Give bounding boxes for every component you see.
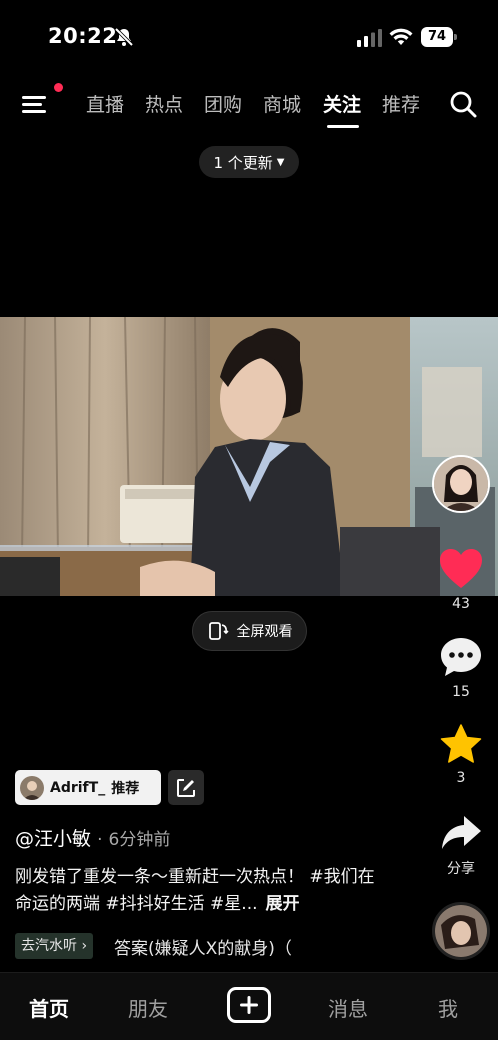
listen-in-qishui-button[interactable]: 去汽水听 › <box>15 933 94 959</box>
favorite-button[interactable]: 3 <box>432 724 490 786</box>
heart-icon <box>440 549 482 588</box>
tab-trending[interactable]: 热点 <box>145 90 183 117</box>
create-button[interactable] <box>227 987 271 1023</box>
star-icon <box>440 724 482 763</box>
author-avatar[interactable] <box>432 455 490 513</box>
recommend-label: 推荐 <box>111 780 140 797</box>
music-title[interactable]: 答案(嫌疑人X的献身)（ <box>114 934 314 959</box>
status-time: 20:22 <box>48 24 118 48</box>
top-nav: 直播 热点 团购 商城 关注 推荐 <box>0 82 498 132</box>
listen-label: 去汽水听 <box>21 938 77 954</box>
author-line: @汪小敏 · 6分钟前 <box>15 824 170 851</box>
chevron-right-icon: › <box>81 938 88 954</box>
like-button[interactable]: 43 <box>432 548 490 612</box>
cellular-signal-icon <box>357 29 382 47</box>
tab-mall[interactable]: 商城 <box>263 90 301 117</box>
share-label: 分享 <box>447 861 475 877</box>
video-frame <box>0 317 498 596</box>
tab-me[interactable]: 我 <box>438 993 458 1022</box>
fullscreen-button[interactable]: 全屏观看 <box>192 611 307 651</box>
tab-recommend[interactable]: 推荐 <box>382 90 420 117</box>
battery-level: 74 <box>421 27 453 47</box>
caption[interactable]: 刚发错了重发一条～重新赶一次热点！ #我们在命运的两端 #抖抖好生活 #星...… <box>15 864 383 918</box>
edit-button[interactable] <box>168 770 204 805</box>
wifi-icon <box>389 28 413 45</box>
active-tab-indicator <box>327 125 359 128</box>
status-bar: 20:22 74 <box>0 0 498 70</box>
author-name[interactable]: @汪小敏 <box>15 828 91 850</box>
battery-indicator: 74 <box>421 27 457 47</box>
like-count: 43 <box>452 596 470 612</box>
edit-icon <box>177 778 195 797</box>
avatar-image <box>434 457 488 511</box>
menu-icon[interactable] <box>20 91 50 117</box>
search-icon[interactable] <box>449 90 477 118</box>
fullscreen-label: 全屏观看 <box>236 624 293 640</box>
expand-button[interactable]: 展开 <box>266 894 300 914</box>
new-updates-pill[interactable]: 1 个更新 ▼ <box>199 146 299 178</box>
bell-muted-icon <box>114 27 134 47</box>
recommender-avatar <box>20 775 44 800</box>
tab-messages[interactable]: 消息 <box>328 993 368 1022</box>
music-disc[interactable] <box>432 902 490 960</box>
separator-dot: · <box>97 830 103 850</box>
recommender-name: AdrifT_ <box>50 779 106 796</box>
share-arrow-icon <box>442 816 481 849</box>
new-updates-label: 1 个更新 <box>213 153 273 172</box>
rotate-screen-icon <box>208 622 229 640</box>
plus-icon <box>240 996 258 1014</box>
music-cover-image <box>435 905 487 957</box>
tab-group-buy[interactable]: 团购 <box>204 90 242 117</box>
notification-dot <box>54 83 63 92</box>
comment-icon <box>441 638 481 676</box>
tab-following[interactable]: 关注 <box>323 90 361 117</box>
post-time: 6分钟前 <box>108 830 171 850</box>
tab-friends[interactable]: 朋友 <box>128 993 168 1022</box>
caption-text: 刚发错了重发一条～重新赶一次热点！ #我们在命运的两端 #抖抖好生活 #星... <box>15 867 375 914</box>
share-button[interactable]: 分享 <box>432 814 490 878</box>
tab-live[interactable]: 直播 <box>86 90 124 117</box>
comment-count: 15 <box>452 684 470 700</box>
video-player[interactable] <box>0 317 498 596</box>
tab-home[interactable]: 首页 <box>29 993 69 1022</box>
favorite-count: 3 <box>456 770 466 786</box>
bottom-tab-bar: 首页 朋友 消息 我 <box>0 972 498 1040</box>
comment-button[interactable]: 15 <box>432 636 490 700</box>
caret-down-icon: ▼ <box>276 156 285 168</box>
recommended-by-chip[interactable]: AdrifT_ 推荐 <box>15 770 161 805</box>
